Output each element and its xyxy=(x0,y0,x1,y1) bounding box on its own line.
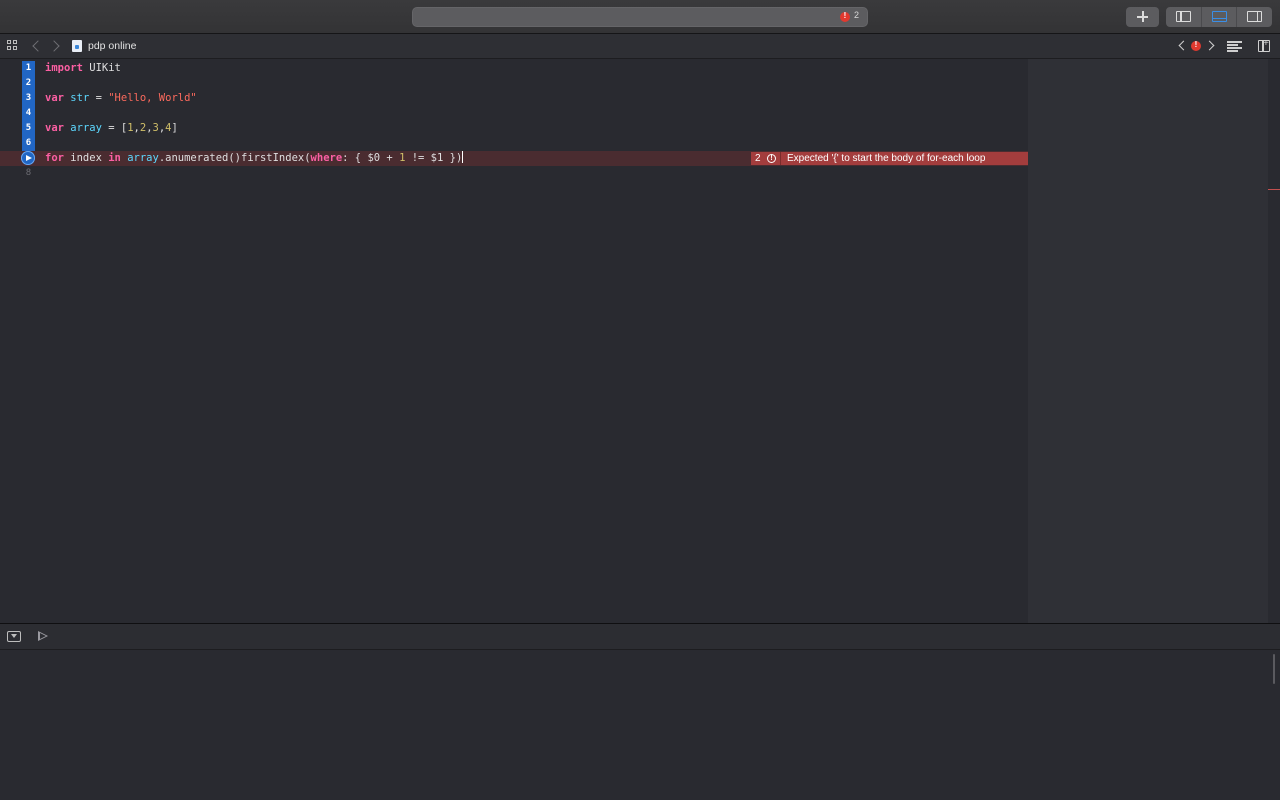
code-token: in xyxy=(108,152,121,164)
code-line[interactable]: 6 xyxy=(0,136,1028,151)
code-text[interactable]: for index in array.anumerated()firstInde… xyxy=(45,151,464,166)
line-number[interactable]: 2 xyxy=(22,76,35,91)
minimap[interactable] xyxy=(1028,59,1268,623)
add-button[interactable] xyxy=(1126,7,1159,27)
activity-viewer[interactable]: 2 xyxy=(412,7,868,27)
line-number[interactable]: 4 xyxy=(22,106,35,121)
code-token: array xyxy=(127,152,159,164)
line-number[interactable]: 8 xyxy=(22,166,35,181)
toggle-debug-area-button[interactable] xyxy=(1202,7,1238,27)
add-editor-icon[interactable] xyxy=(1258,38,1270,52)
error-count-badge[interactable]: 2 xyxy=(751,152,781,165)
navigator-panel-icon xyxy=(1176,11,1191,22)
code-text[interactable]: import UIKit xyxy=(45,61,121,76)
code-token: UIKit xyxy=(82,62,121,74)
code-line[interactable]: 3 var str = "Hello, World" xyxy=(0,91,1028,106)
console-area[interactable] xyxy=(0,650,1280,800)
previous-issue-icon[interactable] xyxy=(1178,40,1189,51)
code-token: != $1 }) xyxy=(405,152,463,164)
line-number[interactable]: 5 xyxy=(22,121,35,136)
swift-file-icon xyxy=(72,40,82,52)
error-message: Expected '{' to start the body of for-ea… xyxy=(787,153,986,164)
issue-error-icon xyxy=(1191,40,1201,51)
inspector-panel-icon xyxy=(1247,11,1263,22)
related-items-grid-icon[interactable] xyxy=(7,40,19,52)
code-token: index xyxy=(63,152,109,164)
code-token: import xyxy=(45,62,83,74)
code-token: where xyxy=(310,152,343,164)
window-toolbar: 2 xyxy=(0,0,1280,34)
code-token: = [ xyxy=(101,122,128,134)
line-number[interactable]: 1 xyxy=(22,61,35,76)
code-token: "Hello, World" xyxy=(108,92,197,104)
toggle-inspector-button[interactable] xyxy=(1237,7,1272,27)
breadcrumb-file-name[interactable]: pdp online xyxy=(88,40,136,52)
toggle-navigator-button[interactable] xyxy=(1166,7,1202,27)
back-icon[interactable] xyxy=(32,40,44,52)
code-line[interactable]: 2 xyxy=(0,76,1028,91)
code-token: array xyxy=(70,122,102,134)
line-number[interactable]: 3 xyxy=(22,91,35,106)
code-line[interactable]: 1 import UIKit xyxy=(0,61,1028,76)
code-token: var xyxy=(45,122,64,134)
code-line[interactable]: for index in array.anumerated()firstInde… xyxy=(0,151,1028,166)
debug-bar xyxy=(0,623,1280,650)
panel-toggle-group xyxy=(1166,7,1272,27)
activity-error-count: 2 xyxy=(854,10,860,20)
editor-options-icon[interactable] xyxy=(1227,41,1242,52)
error-icon xyxy=(840,11,850,22)
next-issue-icon[interactable] xyxy=(1204,40,1215,51)
code-token: .anumerated()firstIndex( xyxy=(158,152,311,164)
code-token: for xyxy=(45,152,64,164)
code-line[interactable]: 4 xyxy=(0,106,1028,121)
code-token: = xyxy=(89,92,109,104)
error-annotation[interactable]: 2 Expected '{' to start the body of for-e… xyxy=(751,152,1028,165)
code-line[interactable]: 5 var array = [1,2,3,4] xyxy=(0,121,1028,136)
line-number[interactable]: 6 xyxy=(22,136,35,151)
code-token: var xyxy=(45,92,64,104)
error-icon xyxy=(767,152,776,165)
code-text[interactable]: var array = [1,2,3,4] xyxy=(45,121,178,136)
editor-scrollbar[interactable] xyxy=(1268,59,1280,623)
code-token: str xyxy=(70,92,90,104)
run-icon[interactable] xyxy=(38,631,48,641)
scrollbar-error-marker xyxy=(1268,189,1280,190)
console-scrollbar[interactable] xyxy=(1270,650,1278,800)
run-to-line-icon[interactable] xyxy=(21,151,35,165)
code-token: : { $0 + xyxy=(342,152,400,164)
code-token: ] xyxy=(171,122,178,134)
jump-bar: pdp online xyxy=(0,34,1280,59)
code-line[interactable]: 8 xyxy=(0,166,1028,181)
code-text[interactable]: var str = "Hello, World" xyxy=(45,91,197,106)
text-cursor xyxy=(462,151,464,163)
hide-debug-area-icon[interactable] xyxy=(7,631,21,642)
error-count: 2 xyxy=(755,153,761,164)
debug-panel-icon xyxy=(1211,11,1227,22)
forward-icon[interactable] xyxy=(48,40,60,52)
